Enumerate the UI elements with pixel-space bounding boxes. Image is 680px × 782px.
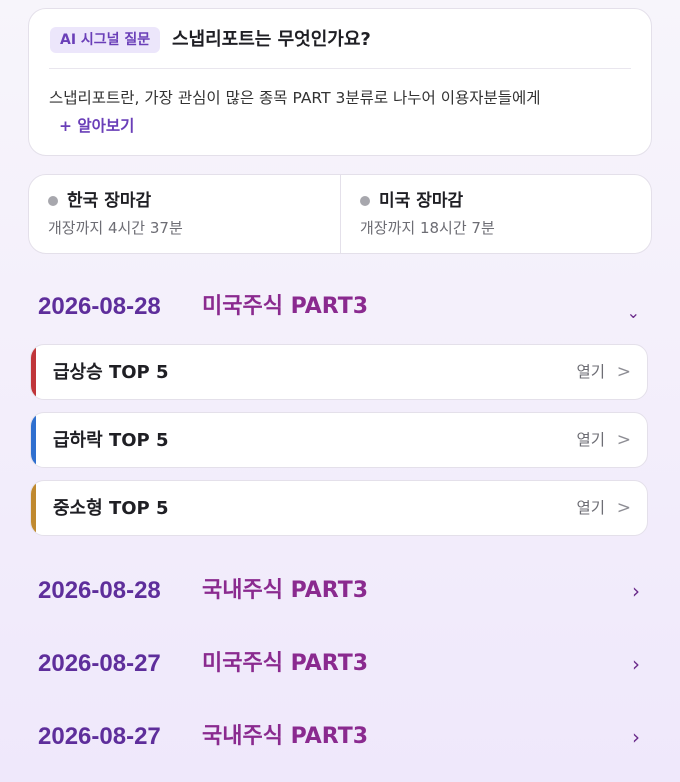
section-market: 국내주식 PART3 — [202, 578, 369, 603]
section-market: 미국주식 PART3 — [202, 294, 369, 319]
section-date: 2026-08-27 — [38, 723, 161, 750]
chevron-right-icon: > — [616, 362, 631, 382]
report-item-title: 급상승 TOP 5 — [53, 362, 169, 383]
accent-bar — [31, 413, 36, 467]
divider — [49, 68, 631, 69]
section-date: 2026-08-28 — [38, 577, 161, 604]
report-item-surge-top5[interactable]: 급상승 TOP 5 열기 > — [30, 344, 648, 400]
report-item-title: 급하락 TOP 5 — [53, 430, 169, 451]
market-name: 미국 장마감 — [379, 191, 464, 211]
ai-signal-card: AI 시그널 질문 스냅리포트는 무엇인가요? 스냅리포트란, 가장 관심이 많… — [28, 8, 652, 156]
chevron-right-icon[interactable]: › — [632, 720, 640, 754]
chevron-down-icon[interactable]: ⌄ — [627, 296, 640, 330]
report-section-header[interactable]: 2026-08-28 국내주식 PART3 › — [38, 574, 650, 608]
section-date: 2026-08-27 — [38, 650, 161, 677]
market-status-card: 한국 장마감 개장까지 4시간 37분 미국 장마감 개장까지 18시간 7분 — [28, 174, 652, 254]
market-open-countdown: 개장까지 18시간 7분 — [360, 219, 495, 237]
section-market: 미국주식 PART3 — [202, 651, 369, 676]
report-section-header[interactable]: 2026-08-27 국내주식 PART3 › — [38, 720, 650, 754]
open-label: 열기 — [576, 363, 605, 381]
ai-question-title: 스냅리포트는 무엇인가요? — [172, 29, 371, 50]
section-market: 국내주식 PART3 — [202, 724, 369, 749]
learn-more-link[interactable]: + 알아보기 — [59, 115, 134, 137]
report-item-plunge-top5[interactable]: 급하락 TOP 5 열기 > — [30, 412, 648, 468]
open-label: 열기 — [576, 431, 605, 449]
chevron-right-icon[interactable]: › — [632, 574, 640, 608]
chevron-right-icon: > — [616, 498, 631, 518]
ai-answer-preview: 스냅리포트란, 가장 관심이 많은 종목 PART 3분류로 나누어 이용자분들… — [49, 89, 541, 107]
report-section-header[interactable]: 2026-08-27 미국주식 PART3 › — [38, 647, 650, 681]
market-status-us: 미국 장마감 개장까지 18시간 7분 — [340, 175, 652, 253]
report-section-header-expanded[interactable]: 2026-08-28 미국주식 PART3 ⌄ — [38, 290, 650, 324]
status-dot-icon — [48, 196, 58, 206]
accent-bar — [31, 345, 36, 399]
open-label: 열기 — [576, 499, 605, 517]
report-item-smallmid-top5[interactable]: 중소형 TOP 5 열기 > — [30, 480, 648, 536]
accent-bar — [31, 481, 36, 535]
report-item-title: 중소형 TOP 5 — [53, 498, 169, 519]
status-dot-icon — [360, 196, 370, 206]
market-open-countdown: 개장까지 4시간 37분 — [48, 219, 183, 237]
chevron-right-icon: > — [616, 430, 631, 450]
ai-signal-badge: AI 시그널 질문 — [50, 27, 161, 53]
market-status-korea: 한국 장마감 개장까지 4시간 37분 — [29, 175, 340, 253]
section-date: 2026-08-28 — [38, 293, 161, 320]
market-name: 한국 장마감 — [67, 191, 152, 211]
chevron-right-icon[interactable]: › — [632, 647, 640, 681]
